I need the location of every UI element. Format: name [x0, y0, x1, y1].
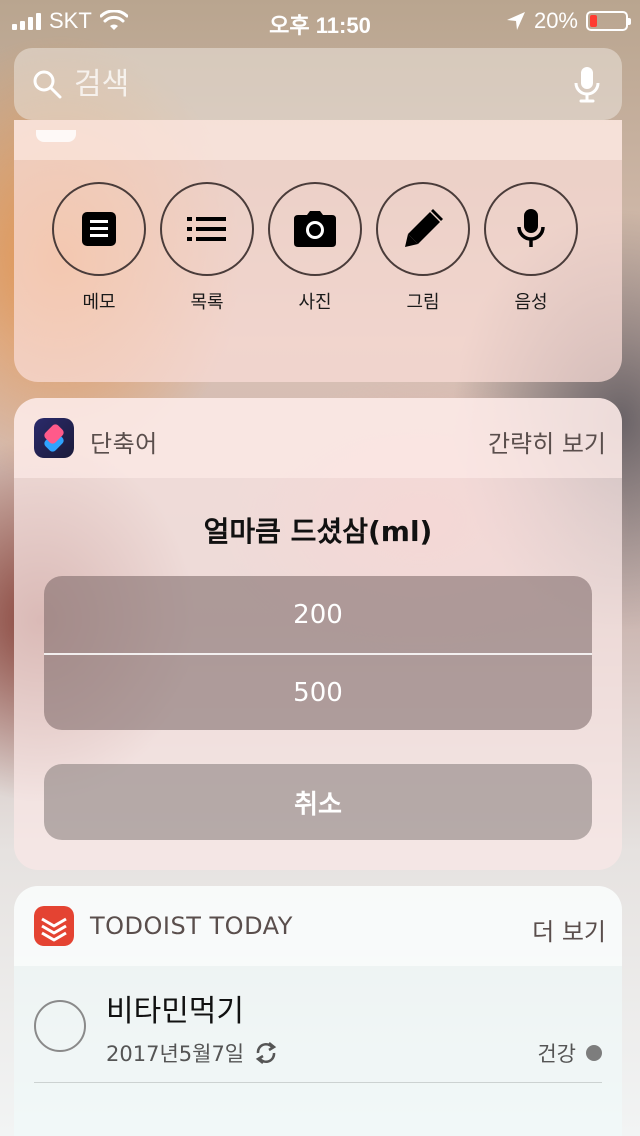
repeat-icon [255, 1042, 277, 1064]
quick-action-circle [484, 182, 578, 276]
quick-action-label: 그림 [406, 292, 440, 313]
battery-percent: 20% [533, 8, 578, 33]
quick-action-note[interactable]: 메모 [52, 182, 146, 314]
prompt-title: 얼마큼 드셨삼(ml) [203, 515, 433, 548]
quick-action-label: 음성 [514, 292, 548, 313]
task-title: 비타민먹기 [106, 994, 244, 1029]
project-color-dot [586, 1045, 602, 1061]
quick-action-circle [52, 182, 146, 276]
shortcuts-app-name: 단축어 [90, 430, 158, 458]
location-arrow-icon [506, 12, 525, 30]
choice-500-button[interactable]: 500 [44, 653, 592, 730]
microphone-icon [517, 209, 545, 247]
quick-action-photo[interactable]: 사진 [268, 182, 362, 314]
task-divider [34, 1082, 602, 1083]
list-icon [187, 217, 226, 241]
task-project: 건강 [537, 1038, 602, 1068]
app-icon-stub [36, 130, 76, 142]
camera-icon [294, 211, 336, 247]
search-input[interactable] [74, 66, 544, 102]
cancel-button[interactable]: 취소 [44, 764, 592, 840]
task-date: 2017년5월7일 [106, 1038, 278, 1068]
show-less-button[interactable]: 간략히 보기 [488, 424, 606, 459]
quick-action-draw[interactable]: 그림 [376, 182, 470, 314]
quick-action-voice[interactable]: 음성 [484, 182, 578, 314]
todoist-widget: TODOIST TODAY 더 보기 비타민먹기 2017년5월7일 건강 [14, 886, 622, 1136]
quick-actions: 메모 목록 사진 그림 음성 [52, 182, 578, 314]
pen-icon [405, 209, 443, 247]
choice-list: 200 500 [44, 576, 592, 730]
task-date-text: 2017년5월7일 [106, 1042, 245, 1066]
shortcuts-widget: 단축어 간략히 보기 얼마큼 드셨삼(ml) 200 500 취소 [14, 398, 622, 870]
quick-action-list[interactable]: 목록 [160, 182, 254, 314]
battery-icon [586, 11, 631, 31]
quick-action-circle [268, 182, 362, 276]
todoist-app-name: TODOIST TODAY [90, 912, 293, 940]
quick-action-circle [160, 182, 254, 276]
task-row[interactable]: 비타민먹기 2017년5월7일 건강 [14, 966, 622, 1084]
shortcuts-app-icon [34, 418, 74, 458]
show-more-button[interactable]: 더 보기 [532, 912, 606, 947]
quick-action-label: 사진 [298, 292, 332, 313]
quick-action-label: 메모 [82, 292, 116, 313]
quick-action-label: 목록 [190, 292, 224, 313]
note-icon [82, 212, 116, 246]
status-right: 20% [506, 8, 631, 34]
search-bar[interactable] [14, 48, 622, 120]
magnifier-icon [33, 70, 62, 99]
notes-widget-header [14, 120, 622, 160]
todoist-app-icon [34, 906, 74, 946]
task-project-name: 건강 [537, 1042, 576, 1066]
task-complete-checkbox[interactable] [34, 1000, 86, 1052]
notes-widget: 메모 목록 사진 그림 음성 [14, 120, 622, 382]
status-bar: SKT 오후 11:50 20% [0, 0, 640, 42]
shortcuts-widget-header: 단축어 간략히 보기 [14, 398, 622, 478]
quick-action-circle [376, 182, 470, 276]
battery-level [590, 15, 597, 27]
choice-200-button[interactable]: 200 [44, 576, 592, 653]
todoist-widget-header: TODOIST TODAY 더 보기 [14, 886, 622, 966]
microphone-icon[interactable] [574, 66, 600, 104]
